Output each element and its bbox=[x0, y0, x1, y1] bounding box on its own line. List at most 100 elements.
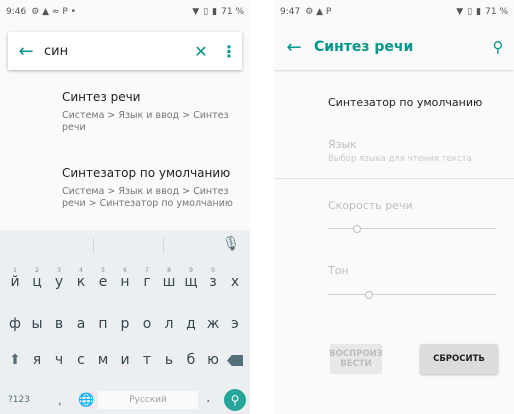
default-engine-setting[interactable]: Синтезатор по умолчанию bbox=[328, 96, 502, 109]
key-б[interactable]: б bbox=[181, 352, 201, 368]
back-arrow-icon[interactable]: ← bbox=[274, 37, 314, 58]
key-п[interactable]: п bbox=[93, 316, 113, 332]
key-ш[interactable]: ш8 bbox=[159, 267, 179, 290]
more-options-icon[interactable]: ⋮ bbox=[216, 42, 242, 61]
key-hint: 9 bbox=[189, 267, 193, 274]
key-я[interactable]: я bbox=[27, 352, 47, 368]
key-з[interactable]: з0 bbox=[203, 267, 223, 290]
language-label: Язык bbox=[328, 138, 357, 151]
key-у[interactable]: у3 bbox=[49, 267, 69, 290]
key-д[interactable]: д bbox=[181, 316, 201, 332]
key-hint: 6 bbox=[123, 267, 127, 274]
key-hint: 1 bbox=[13, 267, 17, 274]
key-ь[interactable]: ь bbox=[159, 352, 179, 368]
result-title: Синтез речи bbox=[62, 90, 141, 104]
symbols-key[interactable]: ?123 bbox=[8, 395, 30, 405]
shift-icon[interactable]: ⬆ bbox=[5, 352, 25, 368]
result-title: Синтезатор по умолчанию bbox=[62, 166, 231, 180]
pitch-setting: Тон bbox=[328, 264, 502, 277]
globe-icon[interactable]: 🌐 bbox=[78, 393, 94, 408]
wifi-icon: ▼ bbox=[456, 7, 464, 17]
key-й[interactable]: й1 bbox=[5, 267, 25, 290]
key-hint: 3 bbox=[57, 267, 61, 274]
comma-key[interactable]: , bbox=[58, 393, 62, 407]
status-bar: 9:47 ⚙ ▲ P ▼ ▯ ▮ 71 % bbox=[274, 0, 514, 24]
search-input[interactable]: син bbox=[44, 44, 186, 59]
key-hint: 7 bbox=[145, 267, 149, 274]
search-settings-screen: 9:46 ⚙ ▲ ≈ P • ▼ ▯ ▮ 71 % ← син ✕ ⋮ Синт… bbox=[0, 0, 250, 414]
key-ц[interactable]: ц2 bbox=[27, 267, 47, 290]
keyboard-row-1: й1ц2у3к4е5н6г7ш8щ9з0х bbox=[0, 267, 250, 290]
language-setting: Язык Выбор языка для чтения текста bbox=[328, 138, 502, 164]
key-а[interactable]: а bbox=[71, 316, 91, 332]
pitch-slider[interactable] bbox=[328, 290, 496, 300]
suggestion-divider bbox=[163, 238, 164, 254]
reset-button[interactable]: СБРОСИТЬ bbox=[420, 344, 498, 374]
key-ж[interactable]: ж bbox=[203, 316, 223, 332]
key-т[interactable]: т bbox=[137, 352, 157, 368]
key-ы[interactable]: ы bbox=[27, 316, 47, 332]
slider-thumb[interactable] bbox=[364, 291, 373, 299]
battery-icon: ▮ bbox=[476, 7, 482, 17]
period-key[interactable]: . bbox=[206, 390, 210, 406]
key-с[interactable]: с bbox=[71, 352, 91, 368]
key-и[interactable]: и bbox=[115, 352, 135, 368]
speech-rate-label: Скорость речи bbox=[328, 199, 413, 212]
clear-search-icon[interactable]: ✕ bbox=[186, 42, 216, 61]
keyboard-row-3: ⬆ я ч с м и т ь б ю bbox=[0, 352, 250, 368]
key-н[interactable]: н6 bbox=[115, 267, 135, 290]
key-ч[interactable]: ч bbox=[49, 352, 69, 368]
key-ф[interactable]: ф bbox=[5, 316, 25, 332]
status-bar: 9:46 ⚙ ▲ ≈ P • ▼ ▯ ▮ 71 % bbox=[0, 0, 250, 24]
status-time: 9:47 bbox=[280, 7, 301, 17]
status-icons: ⚙ ▲ P bbox=[305, 7, 332, 17]
result-path: Система > Язык и ввод > Синтез речи bbox=[62, 110, 229, 133]
search-bar: ← син ✕ ⋮ bbox=[8, 32, 242, 70]
key-х[interactable]: х bbox=[225, 274, 245, 290]
speech-rate-slider[interactable] bbox=[328, 224, 496, 234]
key-к[interactable]: к4 bbox=[71, 267, 91, 290]
page-title: Синтез речи bbox=[314, 39, 414, 55]
slider-thumb[interactable] bbox=[353, 225, 362, 233]
play-button[interactable]: ВОСПРОИЗ ВЕСТИ bbox=[329, 344, 383, 374]
search-icon[interactable]: ⚲ bbox=[482, 38, 514, 56]
key-в[interactable]: в bbox=[49, 316, 69, 332]
keyboard-bottom-row: ?123 , 🌐 Русский . ⚲ bbox=[0, 388, 250, 412]
tts-settings-screen: 9:47 ⚙ ▲ P ▼ ▯ ▮ 71 % ← Синтез речи ⚲ Си… bbox=[274, 0, 514, 414]
key-е[interactable]: е5 bbox=[93, 267, 113, 290]
default-engine-label: Синтезатор по умолчанию bbox=[328, 96, 483, 109]
key-щ[interactable]: щ9 bbox=[181, 267, 201, 290]
speech-rate-setting: Скорость речи bbox=[328, 199, 502, 212]
key-ю[interactable]: ю bbox=[203, 352, 223, 368]
result-item-tts[interactable]: Синтез речи Система > Язык и ввод > Синт… bbox=[62, 90, 240, 134]
result-item-default-engine[interactable]: Синтезатор по умолчанию Система > Язык и… bbox=[62, 166, 240, 210]
slider-track bbox=[328, 294, 496, 295]
key-о[interactable]: о bbox=[137, 316, 157, 332]
wifi-icon: ▼ bbox=[192, 7, 200, 17]
battery-level: 71 % bbox=[221, 7, 244, 17]
key-hint: 4 bbox=[79, 267, 83, 274]
search-go-icon[interactable]: ⚲ bbox=[224, 389, 246, 411]
space-key[interactable]: Русский bbox=[98, 391, 198, 409]
onscreen-keyboard: 🎙 й1ц2у3к4е5н6г7ш8щ9з0х фывапролджэ ⬆ я ч с… bbox=[0, 230, 250, 414]
pitch-label: Тон bbox=[328, 264, 349, 277]
key-р[interactable]: р bbox=[115, 316, 135, 332]
keyboard-row-2: фывапролджэ bbox=[0, 316, 250, 332]
signal-icon: ▯ bbox=[467, 7, 473, 17]
key-г[interactable]: г7 bbox=[137, 267, 157, 290]
key-hint: 8 bbox=[167, 267, 171, 274]
battery-level: 71 % bbox=[485, 7, 508, 17]
suggestion-strip: 🎙 bbox=[0, 230, 250, 262]
status-time: 9:46 bbox=[6, 7, 27, 17]
key-л[interactable]: л bbox=[159, 316, 179, 332]
status-icons: ⚙ ▲ ≈ P • bbox=[31, 7, 76, 17]
backspace-icon[interactable] bbox=[225, 352, 245, 368]
key-hint: 0 bbox=[211, 267, 215, 274]
key-м[interactable]: м bbox=[93, 352, 113, 368]
result-path: Система > Язык и ввод > Синтез речи > Си… bbox=[62, 186, 233, 209]
key-э[interactable]: э bbox=[225, 316, 245, 332]
microphone-icon[interactable]: 🎙 bbox=[222, 236, 240, 252]
signal-icon: ▯ bbox=[203, 7, 209, 17]
back-arrow-icon[interactable]: ← bbox=[8, 41, 44, 62]
suggestion-divider bbox=[93, 238, 94, 254]
